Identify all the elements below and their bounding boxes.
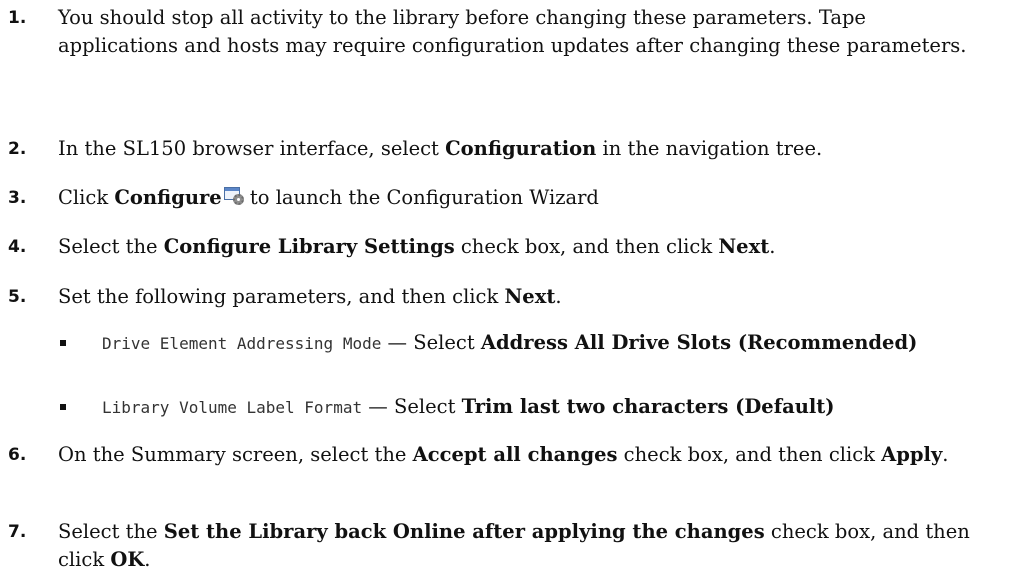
step-text: Click (58, 186, 115, 209)
parameter-item: Drive Element Addressing Mode — Select A… (58, 329, 986, 358)
step-text: . (769, 235, 776, 258)
step-text: check box, and then click (617, 443, 882, 466)
step-text: in the navigation tree. (596, 137, 823, 160)
step-number: 7. (8, 522, 27, 542)
configure-wizard-icon (223, 187, 244, 205)
step-text: . (555, 285, 562, 308)
step-text: Select the (58, 235, 164, 258)
step-number: 3. (8, 188, 27, 208)
parameter-value: Address All Drive Slots (Recommended) (480, 331, 918, 354)
bullet-icon (60, 340, 66, 346)
step-5: 5. Set the following parameters, and the… (0, 283, 1026, 311)
step-1: 1. You should stop all activity to the l… (0, 4, 1026, 60)
step-number: 6. (8, 445, 27, 465)
step-7: 7. Select the Set the Library back Onlin… (0, 518, 1026, 574)
step-text: . (144, 548, 151, 571)
ui-term: Set the Library back Online after applyi… (163, 520, 765, 543)
parameter-sep: — Select (381, 331, 481, 354)
step-4: 4. Select the Configure Library Settings… (0, 233, 1026, 261)
parameter-name: Library Volume Label Format (102, 398, 363, 417)
step-text: . (942, 443, 949, 466)
step-6: 6. On the Summary screen, select the Acc… (0, 441, 1026, 469)
bullet-icon (60, 404, 66, 410)
ui-term: Next (718, 235, 770, 258)
step-3: 3. Click Configure to launch the Configu… (0, 184, 1026, 212)
step-text: On the Summary screen, select the (58, 443, 413, 466)
step-text: check box, and then click (454, 235, 719, 258)
parameter-value: Trim last two characters (Default) (461, 395, 835, 418)
step-2: 2. In the SL150 browser interface, selec… (0, 135, 1026, 163)
ui-term: Accept all changes (412, 443, 618, 466)
ui-term: Configuration (445, 137, 597, 160)
step-text: to launch the Configuration Wizard (243, 186, 599, 209)
ui-term: OK (110, 548, 145, 571)
step-text: Set the following parameters, and then c… (58, 285, 505, 308)
step-number: 5. (8, 287, 27, 307)
step-number: 2. (8, 139, 27, 159)
step-number: 4. (8, 237, 27, 257)
parameter-sep: — Select (362, 395, 462, 418)
ui-term: Next (504, 285, 556, 308)
step-text: In the SL150 browser interface, select (58, 137, 446, 160)
step-number: 1. (8, 8, 27, 28)
step-text: Select the (58, 520, 164, 543)
ui-term: Apply (881, 443, 943, 466)
parameter-item: Library Volume Label Format — Select Tri… (58, 393, 986, 422)
parameter-name: Drive Element Addressing Mode (102, 334, 382, 353)
ui-term: Configure Library Settings (163, 235, 455, 258)
ui-term: Configure (114, 186, 222, 209)
step-text: You should stop all activity to the libr… (58, 6, 967, 57)
